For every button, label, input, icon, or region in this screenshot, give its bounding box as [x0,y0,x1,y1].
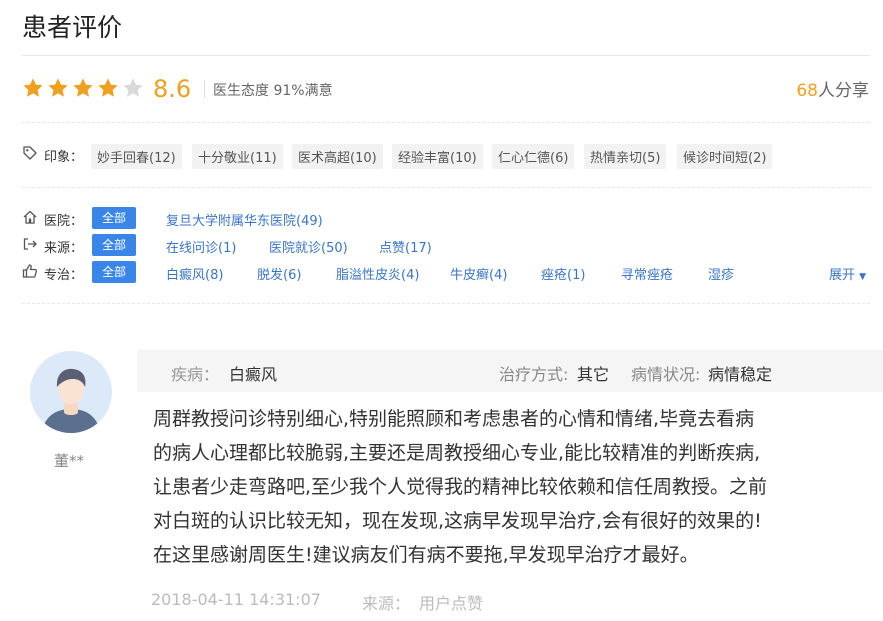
divider [22,303,870,304]
divider-vertical [204,80,205,98]
attitude-satisfaction: 医生态度 91%满意 [213,83,333,99]
disease-value: 白癜风 [229,365,278,384]
rating-stars [22,77,144,99]
hospital-filter-label-wrap: 医院： [22,209,83,229]
share-count: 68人分享 [796,76,869,101]
divider [22,187,870,188]
page-title: 患者评价 [22,13,123,42]
star-icon [123,78,143,97]
hospital-filter-all-button[interactable]: 全部 [92,207,136,229]
tag-icon [22,145,38,165]
review-content: 周群教授问诊特别细心,特别能照顾和考虑患者的心情和情绪,毕竟去看病 的病人心理都… [153,402,843,572]
source-filter-option[interactable]: 医院就诊(50) [269,237,348,256]
hospital-filter-label: 医院： [44,213,84,229]
hospital-filter-option[interactable]: 复旦大学附属华东医院(49) [166,210,323,229]
review-line: 在这里感谢周医生!建议病友们有病不要拖,早发现早治疗才最好。 [153,544,699,566]
impression-tag[interactable]: 仁心仁德(6) [492,144,575,169]
expand-label: 展开 [829,268,856,283]
specialty-filter-option[interactable]: 脂溢性皮炎(4) [336,264,419,283]
divider [22,122,870,123]
impression-tag[interactable]: 医术高超(10) [292,144,383,169]
home-icon [22,209,38,229]
treatment-value: 其它 [577,365,610,384]
impressions-label-wrap: 印象： [22,145,83,165]
star-icon [23,78,43,97]
treatment-label: 治疗方式: [499,365,569,384]
source-icon [22,236,38,256]
impression-tag[interactable]: 妙手回春(12) [91,144,182,169]
impression-tag[interactable]: 经验丰富(10) [392,144,483,169]
thumbs-up-icon [22,263,38,283]
specialty-filter-option[interactable]: 湿疹 [708,264,734,283]
star-icon [48,78,68,97]
review-info-bar: 疾病： 白癜风 治疗方式: 其它 病情状况: 病情稳定 [137,350,883,392]
specialty-filter-all-button[interactable]: 全部 [92,261,136,283]
review-line: 的病人心理都比较脆弱,主要还是周教授细心专业,能比较精准的判断疾病, [153,442,761,464]
status-value: 病情稳定 [708,365,773,384]
impression-tag[interactable]: 十分敬业(11) [192,144,283,169]
star-icon [73,78,93,97]
impression-tag[interactable]: 热情亲切(5) [584,144,667,169]
specialty-filter-option[interactable]: 牛皮癣(4) [450,264,507,283]
specialty-filter-label-wrap: 专治： [22,263,83,283]
rating-score: 8.6 [153,75,192,103]
share-suffix: 人分享 [818,81,869,101]
star-icon [98,78,118,97]
impressions-label: 印象： [44,149,84,165]
status-label: 病情状况: [631,365,701,384]
impression-tag[interactable]: 候诊时间短(2) [677,144,773,169]
specialty-filter-option[interactable]: 痤疮(1) [541,264,585,283]
username: 董** [54,452,85,470]
review-line: 对白斑的认识比较无知，现在发现,这病早发现早治疗,会有很好的效果的! [153,510,762,532]
source-filter-label-wrap: 来源： [22,236,83,256]
specialty-filter-label: 专治： [44,267,84,283]
specialty-filter-option[interactable]: 白癜风(8) [166,264,223,283]
chevron-down-icon: ▼ [859,272,867,282]
expand-button[interactable]: 展开 ▼ [829,264,866,283]
specialty-filter-option[interactable]: 寻常痤疮 [621,264,673,283]
specialty-filter-option[interactable]: 脱发(6) [257,264,301,283]
divider [22,55,870,56]
source-filter-option[interactable]: 点赞(17) [379,237,432,256]
review-date: 2018-04-11 14:31:07 [151,590,321,609]
review-source-label: 来源： [362,594,411,613]
source-filter-label: 来源： [44,240,84,256]
review-line: 周群教授问诊特别细心,特别能照顾和考虑患者的心情和情绪,毕竟去看病 [153,408,755,430]
share-number: 68 [796,81,818,101]
review-source-value: 用户点赞 [419,594,484,613]
disease-label: 疾病： [171,365,220,384]
source-filter-option[interactable]: 在线问诊(1) [166,237,236,256]
review-line: 让患者少走弯路吧,至少我个人觉得我的精神比较依赖和信任周教授。之前 [153,476,768,498]
source-filter-all-button[interactable]: 全部 [92,234,136,256]
avatar [30,351,112,433]
